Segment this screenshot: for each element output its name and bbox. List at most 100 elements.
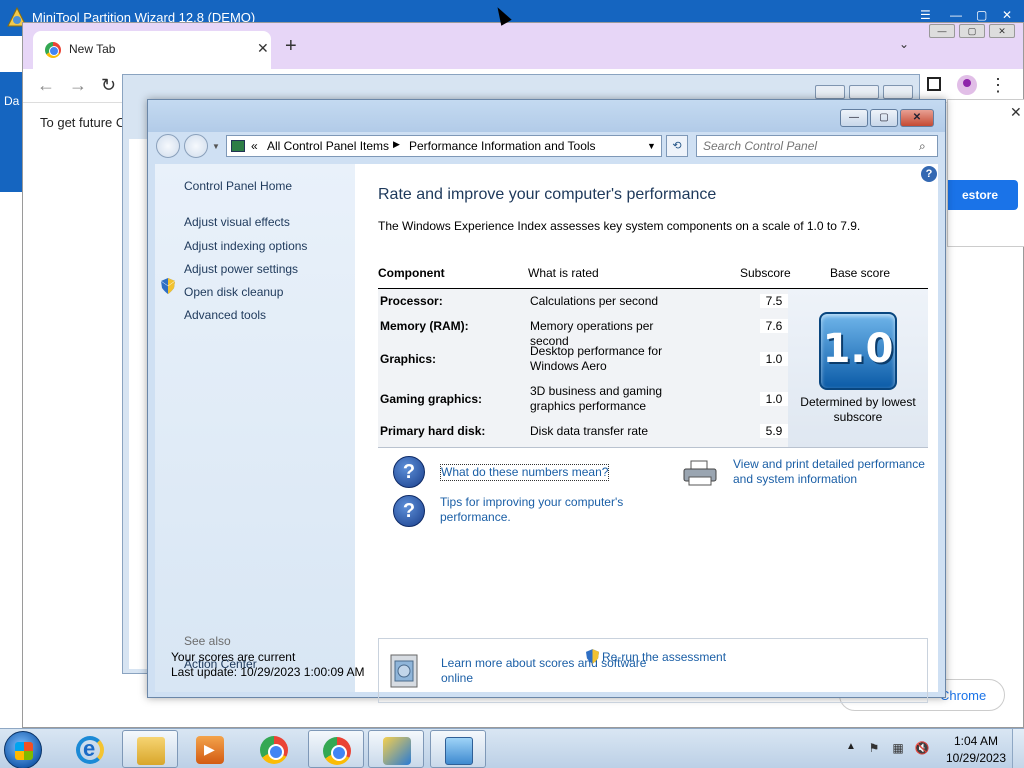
row-subscore: 1.0: [760, 392, 788, 406]
chrome-icon: [260, 736, 288, 764]
minitool-menu-icon[interactable]: ☰: [920, 8, 931, 22]
chrome-popup: ✕ estore: [947, 99, 1024, 247]
control-panel-icon: [231, 140, 245, 152]
sidebar-item-power[interactable]: Adjust power settings: [184, 262, 298, 276]
row-subscore: 7.5: [760, 294, 788, 308]
row-subscore: 5.9: [760, 424, 788, 438]
sidebar-item-visual-effects[interactable]: Adjust visual effects: [184, 215, 290, 229]
chrome-info-text: To get future C: [40, 115, 126, 130]
cp-address-bar[interactable]: « All Control Panel Items ▶ Performance …: [226, 135, 662, 157]
taskbar-file-explorer[interactable]: [122, 730, 178, 768]
experience-index-table: Component What is rated Subscore Base sc…: [378, 260, 928, 449]
bg-window-pane: [129, 139, 149, 669]
cp-search-input[interactable]: [703, 139, 913, 153]
chrome-window-controls: — ▢ ✕: [929, 23, 1019, 45]
breadcrumb-performance[interactable]: Performance Information and Tools: [409, 139, 596, 153]
chrome-profile-avatar[interactable]: [957, 75, 977, 95]
chrome-popup-close-icon[interactable]: ✕: [1010, 104, 1022, 121]
windows-logo-icon: [15, 742, 33, 760]
taskbar-control-panel[interactable]: [430, 730, 486, 768]
search-icon[interactable]: ⌕: [919, 139, 926, 154]
column-header-base-score: Base score: [830, 266, 891, 280]
row-rated: 3D business and gaming graphics performa…: [530, 384, 663, 413]
clock-time[interactable]: 1:04 AM: [946, 734, 1006, 748]
chrome-restore-button[interactable]: estore: [948, 180, 1018, 210]
action-center-flag-icon[interactable]: ⚑: [866, 741, 882, 757]
help-icon[interactable]: ?: [921, 166, 937, 182]
page-description: The Windows Experience Index assesses ke…: [378, 219, 861, 233]
show-desktop-button[interactable]: [1012, 729, 1024, 768]
chrome-menu-icon[interactable]: ⋮: [989, 75, 1007, 96]
taskbar-chrome[interactable]: [246, 730, 302, 768]
address-dropdown-icon[interactable]: ▼: [647, 141, 656, 151]
taskbar: ▲ ⚑ ▦ 🔇 1:04 AM 10/29/2023: [0, 728, 1024, 768]
view-print-details-link[interactable]: View and print detailed performance and …: [733, 457, 933, 487]
cp-navigation-bar: ▼ « All Control Panel Items ▶ Performanc…: [156, 134, 938, 160]
minitool-sidebar: Da: [0, 36, 22, 728]
rerun-shield-icon: [586, 649, 599, 664]
cp-forward-button[interactable]: [184, 134, 208, 158]
scores-current-text: Your scores are current: [171, 650, 296, 664]
taskbar-media-player[interactable]: [182, 730, 238, 768]
bg-maximize-button[interactable]: [849, 85, 879, 99]
minitool-icon: [383, 737, 411, 765]
row-component: Graphics:: [380, 352, 437, 366]
printer-icon: [683, 460, 717, 486]
last-update-text: Last update: 10/29/2023 1:00:09 AM: [171, 665, 365, 679]
minitool-minimize-button[interactable]: —: [950, 8, 962, 22]
taskbar-chrome-profile[interactable]: [308, 730, 364, 768]
control-panel-window: — ▢ ✕ ▼ « All Control Panel Items ▶ Perf…: [147, 99, 946, 703]
folder-icon: [137, 737, 165, 765]
software-box-icon: [390, 654, 418, 688]
breadcrumb-all-items[interactable]: All Control Panel Items: [267, 139, 389, 153]
sidebar-item-disk-cleanup[interactable]: Open disk cleanup: [184, 285, 283, 299]
sidebar-item-advanced-tools[interactable]: Advanced tools: [184, 308, 266, 322]
cp-recent-pages-icon[interactable]: ▼: [212, 142, 220, 151]
rerun-assessment-link[interactable]: Re-run the assessment: [602, 650, 726, 664]
minitool-sidebar-accent: [0, 72, 22, 192]
show-hidden-icons-icon[interactable]: ▲: [846, 741, 856, 752]
breadcrumb-separator-icon[interactable]: ▶: [393, 139, 400, 150]
column-header-component: Component: [378, 266, 445, 280]
row-rated: Desktop performance for Windows Aero: [530, 344, 663, 373]
row-rated: Calculations per second: [530, 294, 659, 308]
chrome-new-tab-button[interactable]: +: [285, 35, 297, 58]
cp-refresh-button[interactable]: ⟲: [666, 135, 688, 157]
taskbar-internet-explorer[interactable]: [62, 730, 118, 768]
network-icon[interactable]: ▦: [890, 741, 906, 757]
chrome-side-panel-icon[interactable]: [927, 77, 941, 91]
cp-minimize-button[interactable]: —: [840, 109, 868, 127]
row-component: Primary hard disk:: [380, 424, 486, 438]
chrome-tab-new-tab[interactable]: New Tab ✕: [33, 31, 271, 69]
bg-minimize-button[interactable]: [815, 85, 845, 99]
tips-link[interactable]: Tips for improving your computer's perfo…: [440, 495, 640, 525]
clock-date[interactable]: 10/29/2023: [940, 751, 1012, 765]
minitool-close-button[interactable]: ✕: [1002, 8, 1012, 22]
sidebar-item-home[interactable]: Control Panel Home: [184, 179, 292, 193]
numbers-meaning-link[interactable]: What do these numbers mean?: [440, 464, 610, 481]
chrome-close-button[interactable]: ✕: [989, 24, 1015, 38]
chrome-icon: [323, 737, 351, 765]
chrome-forward-icon[interactable]: →: [69, 75, 87, 96]
cp-search-box[interactable]: ⌕: [696, 135, 938, 157]
chrome-tab-close-icon[interactable]: ✕: [257, 40, 269, 57]
row-rated: Disk data transfer rate: [530, 424, 649, 438]
address-overflow-icon[interactable]: «: [251, 139, 258, 153]
row-component: Processor:: [380, 294, 443, 308]
chrome-back-icon[interactable]: ←: [37, 75, 55, 96]
minitool-maximize-button[interactable]: ▢: [976, 8, 987, 22]
cp-back-button[interactable]: [156, 134, 180, 158]
cp-close-button[interactable]: ✕: [900, 109, 934, 127]
chrome-minimize-button[interactable]: —: [929, 24, 955, 38]
chrome-reload-icon[interactable]: ↻: [101, 75, 116, 96]
sidebar-item-indexing[interactable]: Adjust indexing options: [184, 239, 307, 253]
bg-close-button[interactable]: [883, 85, 913, 99]
taskbar-minitool[interactable]: [368, 730, 424, 768]
column-header-subscore: Subscore: [740, 266, 791, 280]
chrome-tabbar: New Tab ✕ + ⌄ — ▢ ✕: [23, 23, 1023, 69]
start-button[interactable]: [4, 731, 42, 768]
cp-maximize-button[interactable]: ▢: [870, 109, 898, 127]
chrome-maximize-button[interactable]: ▢: [959, 24, 985, 38]
chrome-tab-search-icon[interactable]: ⌄: [899, 37, 909, 51]
volume-muted-icon[interactable]: 🔇: [914, 741, 930, 757]
